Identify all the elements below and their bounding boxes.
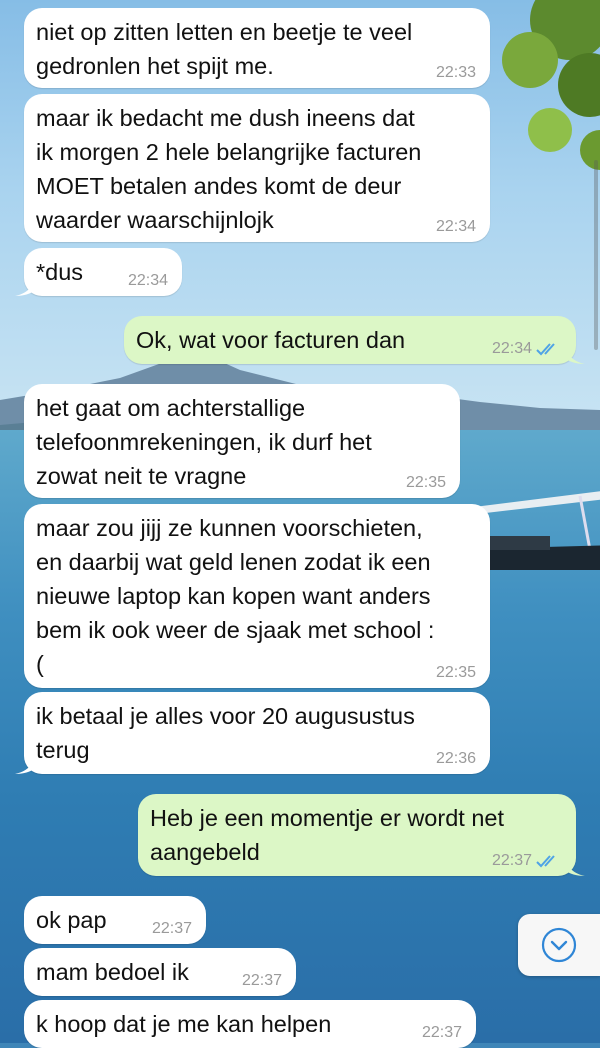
bubble-tail [15,278,35,296]
double-check-icon [536,855,555,868]
message-text: ik betaal je alles voor 20 augusustus te… [36,703,415,763]
message-time: 22:34 [492,340,562,358]
message-text: het gaat om achterstallige telefoonmreke… [36,395,372,489]
scroll-to-bottom-button[interactable] [518,914,600,976]
bubble-tail [565,346,585,364]
message-text: k hoop dat je me kan helpen [36,1011,332,1037]
message-incoming[interactable]: *dus 22:34 [15,248,182,296]
message-time: 22:34 [435,218,476,235]
message-incoming[interactable]: k hoop dat je me kan helpen 22:37 [24,1000,476,1048]
message-outgoing[interactable]: Heb je een momentje er wordt net aangebe… [138,794,585,876]
bubble-tail [15,756,35,774]
message-text: niet op zitten letten en beetje te veel … [36,19,413,79]
message-time: 22:37 [151,920,192,937]
chevron-down-circle-icon [541,927,577,963]
message-time: 22:34 [127,272,168,289]
message-incoming[interactable]: ok pap 22:37 [24,896,206,944]
message-incoming[interactable]: het gaat om achterstallige telefoonmreke… [24,384,460,498]
message-incoming[interactable]: mam bedoel ik 22:37 [24,948,296,996]
message-incoming[interactable]: maar zou jijj ze kunnen voorschieten, en… [24,504,490,688]
message-time: 22:37 [421,1024,462,1041]
message-time: 22:33 [435,64,476,81]
message-time: 22:35 [405,474,446,491]
message-text: maar zou jijj ze kunnen voorschieten, en… [36,515,435,677]
double-check-icon [536,343,555,356]
message-time: 22:37 [492,852,562,870]
message-incoming[interactable]: maar ik bedacht me dush ineens dat ik mo… [24,94,490,242]
chat-message-list[interactable]: niet op zitten letten en beetje te veel … [0,0,600,1048]
message-time: 22:37 [241,972,282,989]
message-time: 22:35 [435,664,476,681]
message-incoming[interactable]: ik betaal je alles voor 20 augusustus te… [15,692,490,774]
message-outgoing[interactable]: Ok, wat voor facturen dan 22:34 [124,316,585,364]
message-time: 22:36 [435,750,476,767]
message-text: maar ik bedacht me dush ineens dat ik mo… [36,105,422,233]
bubble-tail [565,858,585,876]
message-incoming[interactable]: niet op zitten letten en beetje te veel … [24,8,490,88]
scrollbar[interactable] [594,160,598,350]
